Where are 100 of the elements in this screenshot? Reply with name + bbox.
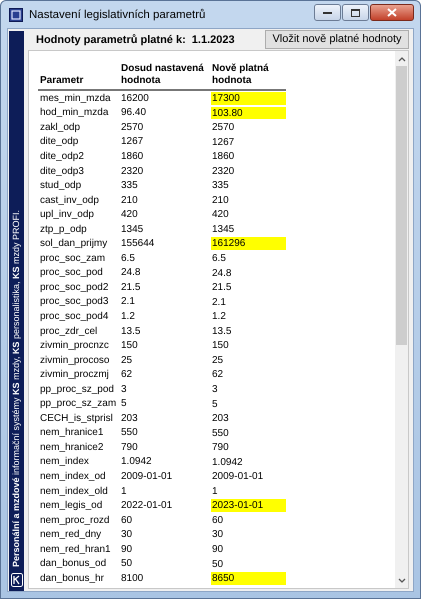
table-cell-text: nem_index_old xyxy=(39,484,109,498)
table-cell-text: 8100 xyxy=(121,572,144,585)
table-cell-text: 62 xyxy=(211,368,224,381)
table-cell-text: dite_odp3 xyxy=(39,164,85,178)
table-cell-text: 24.8 xyxy=(211,266,232,280)
highlighted-cell: 103.80 xyxy=(211,106,286,120)
column-header: Dosud nastavená hodnota xyxy=(121,63,205,87)
highlighted-cell: 8650 xyxy=(211,572,286,585)
highlighted-cell: 2023-01-01 xyxy=(211,499,286,512)
table-cell-text: zivmin_proczmj xyxy=(39,368,110,382)
logo-icon xyxy=(10,573,22,587)
table-cell-text: 335 xyxy=(211,179,230,192)
close-icon xyxy=(387,8,397,17)
maximize-button[interactable] xyxy=(342,4,369,21)
table-cell-text: proc_soc_zam xyxy=(39,252,106,265)
app-icon xyxy=(9,8,23,22)
table-cell-text: dan_bonus_od xyxy=(39,557,108,570)
table-cell-text: 1267 xyxy=(121,135,144,148)
table-cell-text: sol_dan_prijmy xyxy=(39,237,108,250)
table-cell-text: 6.5 xyxy=(211,252,227,265)
table-cell-text: 150 xyxy=(121,339,139,352)
table-cell-text: 1 xyxy=(211,484,219,498)
scroll-thumb[interactable] xyxy=(396,66,407,346)
table-cell-text: 335 xyxy=(121,179,139,192)
table-cell-text: 210 xyxy=(211,194,230,206)
table-cell-text: zakl_odp xyxy=(39,120,82,134)
table-cell-text: nem_red_dny xyxy=(39,528,102,542)
table-cell-text: 1267 xyxy=(211,136,236,148)
table-cell-text: dan_bonus_hr xyxy=(39,572,105,585)
table-cell-text: zivmin_procoso xyxy=(39,354,110,367)
table-cell-text: 1345 xyxy=(211,222,236,236)
table-cell-text: 6.5 xyxy=(121,252,136,265)
table-cell-text: nem_index_od xyxy=(39,470,107,483)
table-cell-text: 550 xyxy=(211,426,230,440)
table-cell-text: 13.5 xyxy=(211,324,232,338)
insert-values-button[interactable]: Vložit nově platné hodnoty xyxy=(265,30,409,48)
table-cell-text: 2320 xyxy=(121,164,144,178)
table-cell-text: 24.8 xyxy=(121,266,142,280)
table-cell-text: 21.5 xyxy=(121,280,142,294)
table-cell-text: 1345 xyxy=(121,222,144,236)
table-cell-text: 1 xyxy=(121,484,128,498)
table-cell-text: nem_red_hran1 xyxy=(39,542,112,556)
table-cell-text: 1.0942 xyxy=(121,455,153,468)
table-cell-text: 155644 xyxy=(121,237,156,250)
table-cell-text: cast_inv_odp xyxy=(39,194,100,207)
table-cell-text: nem_hranice1 xyxy=(39,426,104,440)
window-title: Nastavení legislativních parametrů xyxy=(29,8,206,20)
table-cell-text: 62 xyxy=(121,368,134,382)
table-cell-text: 790 xyxy=(121,440,139,454)
minimize-button[interactable] xyxy=(314,4,341,21)
highlighted-cell: 161296 xyxy=(211,237,286,250)
table-cell-text: 203 xyxy=(211,412,230,425)
table-cell-text: 3 xyxy=(121,382,128,396)
close-button[interactable] xyxy=(370,4,414,21)
table-cell-text: 1.0942 xyxy=(211,456,244,468)
scrollbar[interactable] xyxy=(395,51,408,588)
table-cell-text: proc_soc_pod xyxy=(39,266,104,280)
table-cell-text: 2570 xyxy=(211,121,236,134)
valid-date-label: Hodnoty parametrů platné k: 1.1.2023 xyxy=(36,34,235,46)
table-cell-text: 1860 xyxy=(121,150,144,163)
table-cell-text: 550 xyxy=(121,426,139,440)
table-cell-text: 2022-01-01 xyxy=(121,499,174,512)
table-cell-text: 2009-01-01 xyxy=(211,470,264,483)
table-cell-text: proc_soc_pod4 xyxy=(39,310,110,323)
table-cell-text: 2.1 xyxy=(121,295,136,308)
table-cell-text: nem_index xyxy=(39,455,90,468)
table-cell-text: 25 xyxy=(121,354,134,367)
table-cell-text: 25 xyxy=(211,354,224,366)
table-cell-text: 420 xyxy=(121,208,139,222)
scroll-down-icon xyxy=(398,578,406,584)
table-cell-text: zivmin_procnzc xyxy=(39,339,110,352)
table-cell-text: proc_soc_pod2 xyxy=(39,280,110,294)
table-cell-text: 5 xyxy=(121,397,128,410)
table-cell-text: 30 xyxy=(121,528,134,542)
table-cell-text: nem_hranice2 xyxy=(39,440,104,454)
minimize-icon xyxy=(323,10,332,14)
table-cell-text: 790 xyxy=(211,441,230,454)
table-cell-text: 420 xyxy=(211,208,230,221)
table-cell-text: mes_min_mzda xyxy=(39,92,112,105)
table-cell-text: 1.2 xyxy=(211,310,227,323)
table-cell-text: 203 xyxy=(121,412,139,425)
table-cell-text: 1.2 xyxy=(121,310,136,323)
table-cell-text: pp_proc_sz_zam xyxy=(39,397,118,410)
table-cell-text: hod_min_mzda xyxy=(39,106,110,120)
table-cell-text: 5 xyxy=(211,398,219,410)
table-cell-text: 60 xyxy=(121,514,134,527)
table-cell-text: 60 xyxy=(211,514,224,526)
table-cell-text: 2009-01-01 xyxy=(121,470,174,483)
scroll-up-icon xyxy=(398,56,406,62)
table-cell-text: 30 xyxy=(211,528,224,541)
sidebar-text: Personální a mzdové informační systémy KS mzdy, KS personalistika, KS mzdy PROFI. xyxy=(10,210,22,567)
table-cell-text: nem_legis_od xyxy=(39,499,104,512)
table-cell-text: ztp_p_odp xyxy=(39,222,88,236)
table-cell-text: 150 xyxy=(211,339,230,352)
table-cell-text: dite_odp2 xyxy=(39,150,85,163)
table-cell-text: 13.5 xyxy=(121,324,142,338)
table-cell-text: dite_odp xyxy=(39,135,80,148)
table-cell-text: pp_proc_sz_pod xyxy=(39,382,115,396)
column-header: Nově platná hodnota xyxy=(211,63,270,87)
table-cell-text: 1860 xyxy=(211,150,236,163)
